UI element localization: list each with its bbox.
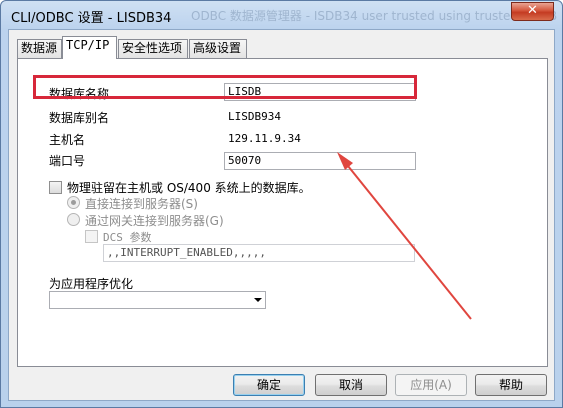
dcs-param-label: DCS 参数 [103, 231, 152, 244]
alias-highlight-box [33, 75, 417, 99]
dcs-param-checkbox[interactable] [85, 230, 98, 243]
tab-data-source[interactable]: 数据源 [17, 39, 62, 58]
tcp-ip-panel: 数据库名称 LISDB 数据库别名 LISDB934 主机名 129.11.9.… [17, 58, 548, 367]
db-alias-label: 数据库别名 [49, 111, 110, 125]
radio-selected-dot [71, 200, 76, 205]
port-field[interactable]: 50070 [224, 152, 416, 170]
host-name-label: 主机名 [49, 133, 86, 147]
host-resident-label: 物理驻留在主机或 OS/400 系统上的数据库。 [67, 181, 311, 195]
host-name-field[interactable]: 129.11.9.34 [224, 130, 416, 148]
db-alias-field[interactable]: LISDB934 [224, 108, 416, 126]
gateway-connect-radio[interactable] [67, 213, 80, 226]
cancel-button[interactable]: 取消 [315, 374, 387, 396]
optimize-app-label: 为应用程序优化 [49, 277, 134, 291]
direct-connect-radio[interactable] [67, 196, 80, 209]
ok-button[interactable]: 确定 [233, 374, 305, 396]
optimize-app-select[interactable] [49, 291, 266, 309]
apply-button[interactable]: 应用(A) [395, 374, 467, 396]
dropdown-arrow-icon [254, 298, 262, 302]
odbc-settings-window: CLI/ODBC 设置 - LISDB34 ODBC 数据源管理器 - ISDB… [0, 0, 563, 408]
close-icon: ✕ [527, 3, 538, 18]
window-title: CLI/ODBC 设置 - LISDB34 [11, 11, 172, 26]
direct-connect-label: 直接连接到服务器(S) [85, 197, 198, 211]
port-label: 端口号 [49, 154, 86, 168]
gateway-connect-label: 通过网关连接到服务器(G) [85, 214, 224, 228]
background-window-title: ODBC 数据源管理器 - ISDB34 user trusted using … [191, 9, 558, 23]
tab-tcp-ip[interactable]: TCP/IP [62, 36, 117, 59]
dcs-param-field[interactable]: ,,INTERRUPT_ENABLED,,,,, [103, 244, 415, 262]
close-button[interactable]: ✕ [511, 2, 554, 21]
tab-security-options[interactable]: 安全性选项 [118, 39, 188, 58]
title-bar[interactable]: CLI/ODBC 设置 - LISDB34 ODBC 数据源管理器 - ISDB… [1, 1, 562, 29]
host-resident-checkbox[interactable] [49, 181, 62, 194]
tab-advanced-settings[interactable]: 高级设置 [189, 39, 247, 58]
help-button[interactable]: 帮助 [475, 374, 547, 396]
